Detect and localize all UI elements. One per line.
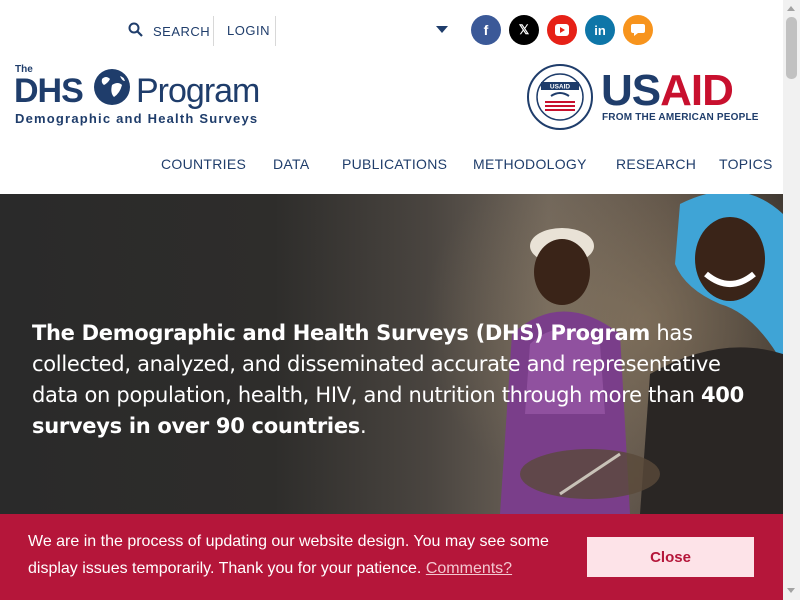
chevron-down-icon[interactable] bbox=[436, 26, 448, 33]
usaid-wordmark: USAID bbox=[601, 66, 734, 115]
search-label: SEARCH bbox=[153, 23, 211, 39]
usaid-subtitle: FROM THE AMERICAN PEOPLE bbox=[602, 112, 759, 123]
x-icon[interactable]: 𝕏 bbox=[509, 15, 539, 45]
logo-tagline: Demographic and Health Surveys bbox=[15, 111, 259, 126]
hero-banner: The Demographic and Health Surveys (DHS)… bbox=[0, 194, 783, 514]
nav-item-research[interactable]: RESEARCH bbox=[616, 156, 696, 172]
dhs-program-logo[interactable]: The DHS Program Demographic and Health S… bbox=[14, 64, 270, 130]
logo-program: Program bbox=[136, 72, 260, 110]
search-icon bbox=[128, 22, 143, 40]
cookie-message-block: We are in the process of updating our we… bbox=[28, 528, 568, 582]
main-nav: COUNTRIES DATA PUBLICATIONS METHODOLOGY … bbox=[0, 156, 783, 186]
nav-item-publications[interactable]: PUBLICATIONS bbox=[342, 156, 447, 172]
login-link[interactable]: LOGIN bbox=[227, 16, 270, 46]
search-link[interactable]: SEARCH bbox=[128, 16, 210, 46]
scrollbar[interactable] bbox=[783, 0, 800, 600]
hero-text: The Demographic and Health Surveys (DHS)… bbox=[32, 318, 752, 442]
nav-item-countries[interactable]: COUNTRIES bbox=[161, 156, 246, 172]
utility-bar: SEARCH LOGIN f 𝕏 in bbox=[0, 15, 783, 46]
usaid-logo[interactable]: USAID USAID FROM THE AMERICAN PEOPLE bbox=[527, 64, 767, 130]
youtube-icon[interactable] bbox=[547, 15, 577, 45]
nav-item-topics[interactable]: TOPICS bbox=[719, 156, 773, 172]
linkedin-icon[interactable]: in bbox=[585, 15, 615, 45]
hero-text-body-2: . bbox=[359, 414, 367, 438]
svg-text:USAID: USAID bbox=[550, 84, 571, 91]
divider bbox=[275, 16, 276, 46]
usaid-seal-icon: USAID bbox=[527, 64, 593, 135]
logo-dhs: DHS bbox=[14, 72, 84, 110]
nav-item-data[interactable]: DATA bbox=[273, 156, 309, 172]
nav-item-methodology[interactable]: METHODOLOGY bbox=[473, 156, 587, 172]
scroll-up-icon[interactable] bbox=[787, 6, 795, 11]
globe-icon bbox=[92, 67, 132, 112]
chat-icon[interactable] bbox=[623, 15, 653, 45]
scroll-thumb[interactable] bbox=[786, 17, 797, 79]
comments-link[interactable]: Comments? bbox=[426, 560, 512, 577]
close-button[interactable]: Close bbox=[587, 537, 754, 577]
hero-text-bold-1: The Demographic and Health Surveys (DHS)… bbox=[32, 321, 650, 345]
scroll-down-icon[interactable] bbox=[787, 588, 795, 593]
cookie-banner: We are in the process of updating our we… bbox=[0, 514, 783, 600]
divider bbox=[213, 16, 214, 46]
facebook-icon[interactable]: f bbox=[471, 15, 501, 45]
page: SEARCH LOGIN f 𝕏 in The DHS Program Demo… bbox=[0, 0, 783, 600]
